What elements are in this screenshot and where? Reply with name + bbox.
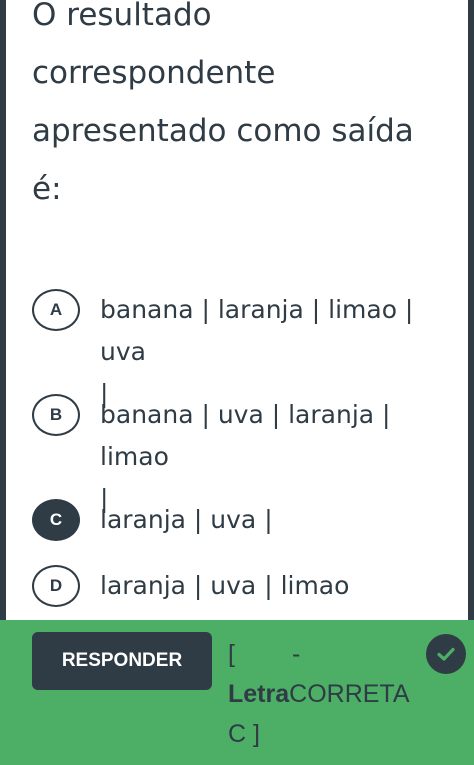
correct-answer-text: [- LetraCORRETA C ]: [228, 634, 428, 754]
answer-line-3: C ]: [228, 720, 260, 748]
letra-label: Letra: [228, 680, 290, 708]
option-letter-badge[interactable]: A: [32, 289, 80, 331]
answer-footer: RESPONDER [- LetraCORRETA C ]: [0, 620, 474, 765]
option-text: laranja | uva |: [100, 499, 445, 541]
option-d[interactable]: D laranja | uva | limao: [32, 565, 452, 625]
responder-button[interactable]: RESPONDER: [32, 632, 212, 690]
checkmark-circle-icon: [426, 634, 466, 674]
answer-line-1: [-: [228, 634, 428, 674]
question-line: correspondente: [32, 55, 276, 91]
option-line: banana | uva | laranja | limao: [100, 400, 391, 471]
option-text: laranja | uva | limao: [100, 565, 445, 607]
question-text: O resultado correspondente apresentado c…: [32, 0, 452, 218]
option-b[interactable]: B banana | uva | laranja | limao |: [32, 394, 452, 513]
option-letter-badge[interactable]: B: [32, 394, 80, 436]
answer-line-2: LetraCORRETA: [228, 674, 428, 714]
option-line: banana | laranja | limao | uva: [100, 295, 414, 366]
question-line: O resultado: [32, 0, 212, 33]
question-line: é:: [32, 171, 62, 207]
checkmark-icon: [437, 647, 455, 661]
option-line: laranja | uva | limao: [100, 571, 350, 600]
option-a[interactable]: A banana | laranja | limao | uva |: [32, 289, 452, 408]
option-line: laranja | uva |: [100, 505, 273, 534]
dash: -: [292, 640, 301, 668]
option-letter-badge-selected[interactable]: C: [32, 499, 80, 541]
question-line: apresentado como saída: [32, 113, 414, 149]
option-letter-badge[interactable]: D: [32, 565, 80, 607]
correta-label: CORRETA: [289, 680, 410, 708]
option-c[interactable]: C laranja | uva |: [32, 499, 452, 559]
open-bracket: [: [228, 640, 235, 668]
